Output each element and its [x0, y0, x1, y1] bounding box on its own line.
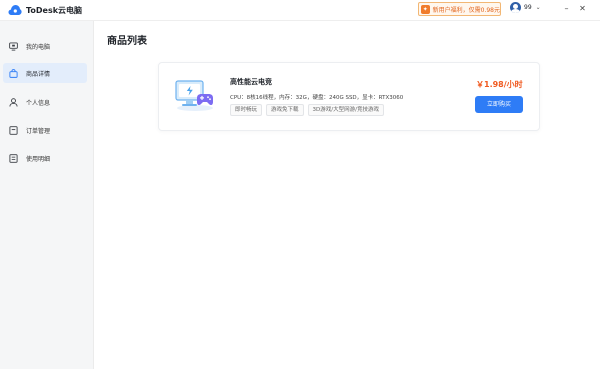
user-menu[interactable]: 99 ⌄	[510, 2, 541, 13]
app-logo: ToDesk云电脑	[8, 4, 82, 16]
sidebar-item-label: 商品详情	[26, 70, 51, 78]
gaming-pc-icon	[175, 80, 213, 111]
sidebar-item-label: 我的电脑	[26, 43, 51, 51]
cloud-logo-icon	[8, 5, 22, 15]
minimize-icon[interactable]: –	[561, 3, 572, 14]
user-name: 99	[524, 4, 532, 11]
list-icon	[9, 153, 18, 163]
sidebar-item-label: 个人信息	[26, 99, 51, 107]
sidebar-item-usage-details[interactable]: 使用明细	[3, 148, 87, 168]
avatar	[510, 2, 521, 13]
sidebar-item-orders[interactable]: 订单管理	[3, 120, 87, 140]
app-title: ToDesk云电脑	[26, 5, 83, 15]
product-price: ￥1.98/小时	[476, 80, 523, 89]
product-tags: 即时畅玩 游戏免下载 3D游戏/大型网游/竞技游戏	[230, 104, 388, 116]
window-controls: – ✕	[556, 3, 588, 14]
sidebar-item-label: 订单管理	[26, 127, 51, 135]
sidebar-item-product-details[interactable]: 商品详情	[3, 63, 87, 83]
product-tag: 游戏免下载	[266, 104, 304, 116]
product-tag: 3D游戏/大型网游/竞技游戏	[307, 104, 384, 116]
page-title: 商品列表	[107, 36, 147, 47]
close-icon[interactable]: ✕	[577, 3, 588, 14]
sidebar-item-personal-info[interactable]: 个人信息	[3, 92, 87, 112]
gift-icon: ✦	[421, 4, 430, 14]
sidebar: 我的电脑 商品详情 个人信息 订单管理 使用明细	[0, 21, 94, 369]
promo-banner[interactable]: ✦ 新用户福利，仅需0.98元	[418, 2, 501, 16]
monitor-icon	[9, 41, 18, 51]
chevron-down-icon: ⌄	[535, 4, 541, 11]
person-icon	[9, 97, 18, 107]
promo-text: 新用户福利，仅需0.98元	[432, 6, 500, 14]
order-icon	[9, 125, 18, 135]
product-tag: 即时畅玩	[230, 104, 263, 116]
buy-now-button[interactable]: 立即购买	[475, 96, 523, 113]
title-bar: ToDesk云电脑 ✦ 新用户福利，仅需0.98元 99 ⌄ – ✕	[0, 0, 600, 21]
product-name: 高性能云电竞	[230, 78, 272, 86]
sidebar-item-label: 使用明细	[26, 155, 51, 163]
shop-bag-icon	[9, 68, 18, 78]
product-spec: CPU：8核16线程，内存：32G，硬盘：240G SSD，显卡：RTX3060	[230, 95, 404, 101]
sidebar-item-my-computer[interactable]: 我的电脑	[3, 36, 87, 56]
product-card: 高性能云电竞 CPU：8核16线程，内存：32G，硬盘：240G SSD，显卡：…	[158, 62, 540, 131]
